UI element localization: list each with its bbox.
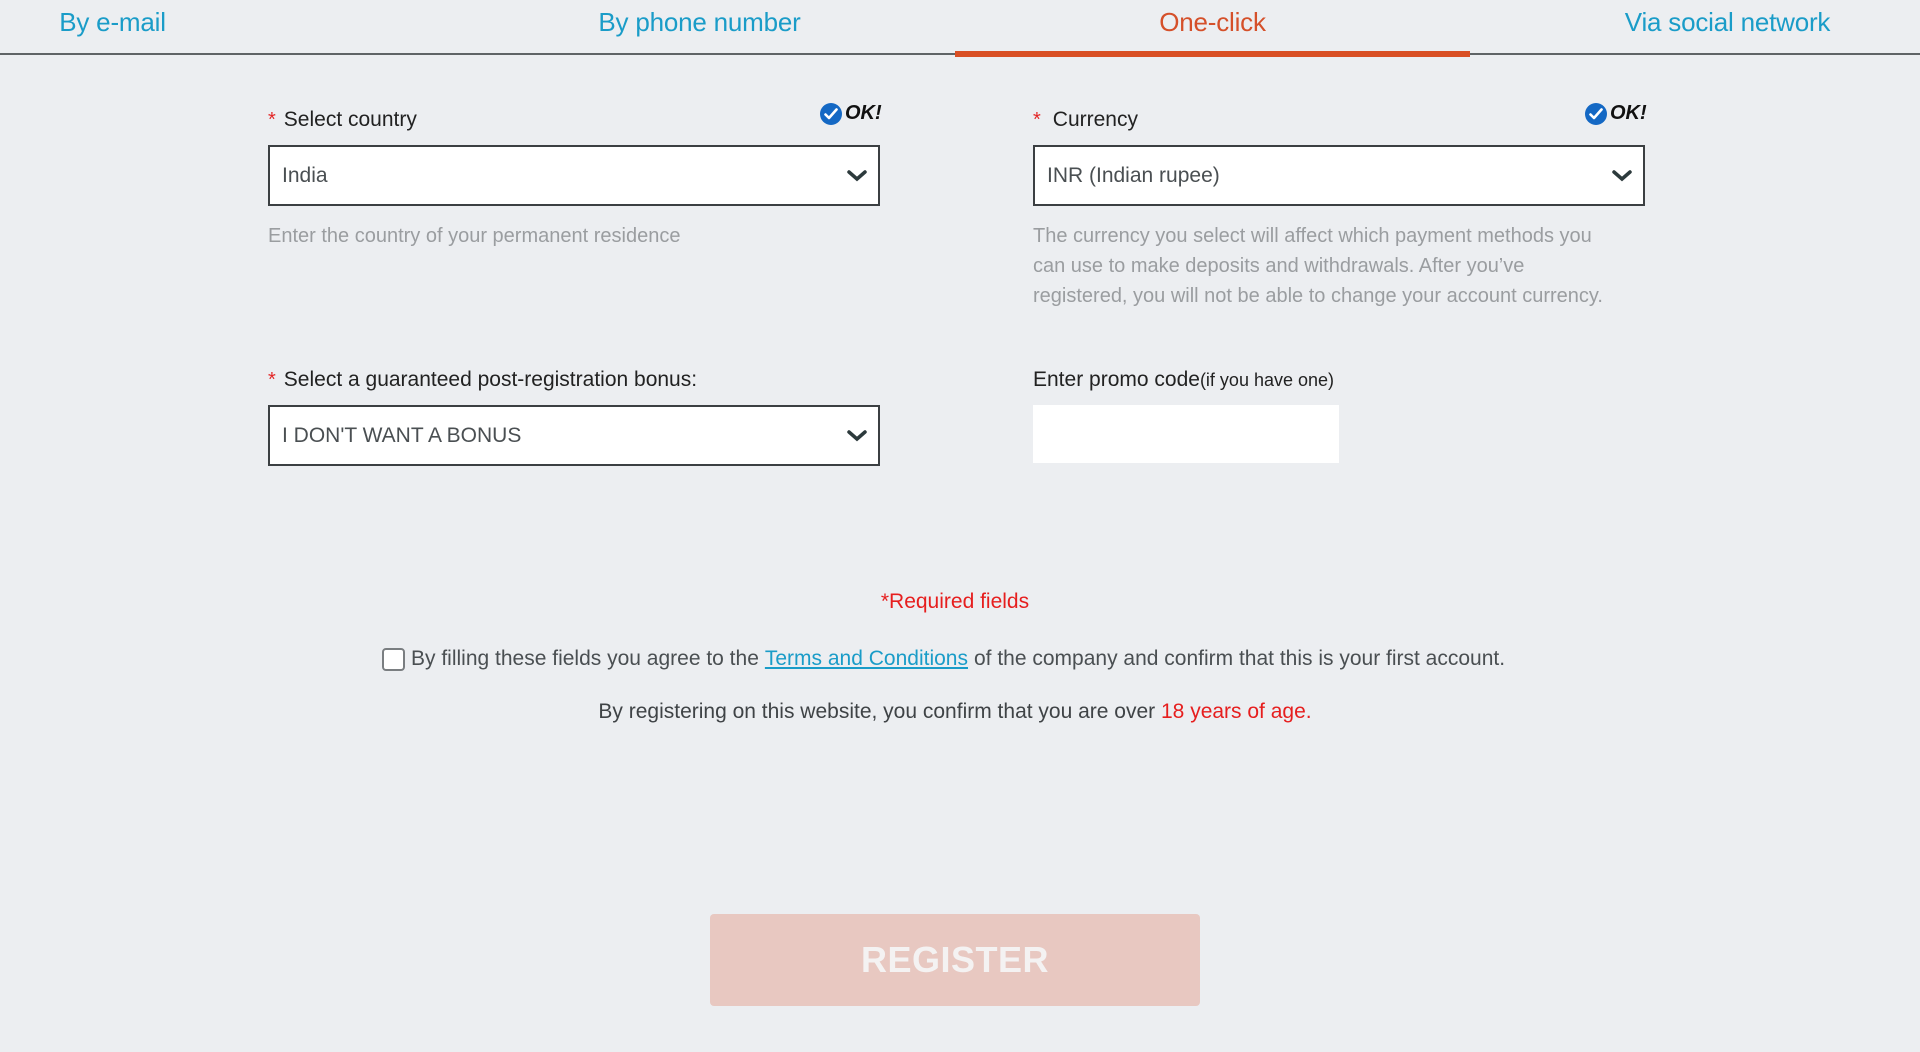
required-asterisk: * — [1033, 109, 1041, 131]
terms-agreement-row: By filling these fields you agree to the… — [382, 647, 1505, 671]
registration-page: By e-mail By phone number One-click Via … — [0, 0, 1920, 1052]
currency-helper-line: registered, you will not be able to chan… — [1033, 285, 1603, 307]
currency-ok-badge: OK! — [1585, 102, 1647, 125]
tab-one-click[interactable]: One-click — [955, 0, 1470, 54]
chevron-down-icon — [847, 429, 867, 441]
tab-by-phone-number[interactable]: By phone number — [442, 0, 957, 54]
currency-label: * Currency — [1033, 108, 1138, 132]
currency-label-text: Currency — [1052, 108, 1138, 131]
promo-label: Enter promo code(if you have one) — [1033, 368, 1334, 392]
currency-helper-line: The currency you select will affect whic… — [1033, 225, 1592, 247]
terms-checkbox[interactable] — [382, 647, 405, 671]
currency-helper-text: The currency you select will affect whic… — [1033, 221, 1603, 311]
currency-select[interactable]: INR (Indian rupee) — [1033, 145, 1645, 206]
country-helper-text: Enter the country of your permanent resi… — [268, 225, 681, 247]
bonus-label-text: Select a guaranteed post-registration bo… — [283, 368, 698, 391]
country-ok-badge: OK! — [820, 102, 882, 125]
required-asterisk: * — [268, 369, 276, 391]
country-ok-text: OK! — [845, 102, 882, 124]
currency-helper-line: can use to make deposits and withdrawals… — [1033, 255, 1525, 277]
required-fields-note: *Required fields — [880, 590, 1030, 613]
tab-via-social-network[interactable]: Via social network — [1470, 0, 1920, 54]
terms-text-before: By filling these fields you agree to the — [411, 647, 759, 670]
chevron-down-icon — [1612, 169, 1632, 181]
bonus-select-value: I DON'T WANT A BONUS — [282, 423, 522, 447]
age-text: By registering on this website, you conf… — [598, 700, 1156, 723]
promo-label-text: Enter promo code — [1033, 368, 1200, 391]
terms-text-after: of the company and confirm that this is … — [973, 647, 1506, 670]
promo-code-input[interactable] — [1033, 405, 1339, 463]
bonus-label: * Select a guaranteed post-registration b… — [268, 368, 697, 392]
tab-by-email[interactable]: By e-mail — [0, 0, 370, 54]
active-tab-indicator — [955, 51, 1470, 57]
terms-and-conditions-link[interactable]: Terms and Conditions — [765, 647, 968, 671]
check-circle-icon — [1585, 102, 1607, 125]
required-asterisk: * — [268, 109, 276, 131]
country-label: * Select country — [268, 108, 417, 132]
age-confirmation: By registering on this website, you conf… — [0, 700, 1910, 724]
age-highlight: 18 years of age. — [1161, 700, 1312, 723]
promo-label-suffix: (if you have one) — [1199, 370, 1335, 390]
country-label-text: Select country — [283, 108, 417, 131]
bonus-select[interactable]: I DON'T WANT A BONUS — [268, 405, 880, 466]
country-select[interactable]: India — [268, 145, 880, 206]
check-circle-icon — [820, 102, 842, 125]
currency-ok-text: OK! — [1610, 102, 1647, 124]
registration-method-tabs: By e-mail By phone number One-click Via … — [0, 0, 1920, 57]
currency-select-value: INR (Indian rupee) — [1047, 163, 1220, 187]
register-button[interactable]: REGISTER — [710, 914, 1200, 1006]
chevron-down-icon — [847, 169, 867, 181]
country-select-value: India — [282, 163, 328, 187]
